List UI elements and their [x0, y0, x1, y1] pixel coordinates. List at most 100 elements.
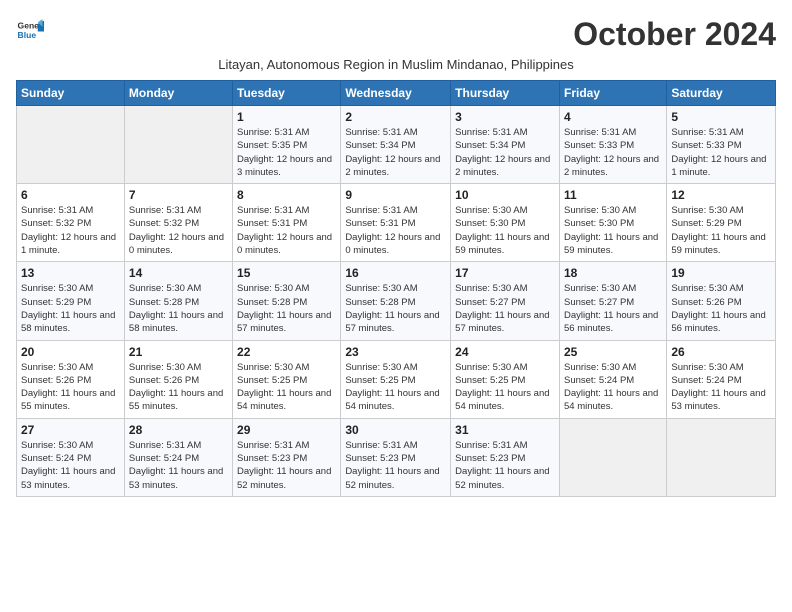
week-row-5: 27Sunrise: 5:30 AM Sunset: 5:24 PM Dayli… — [17, 418, 776, 496]
day-info: Sunrise: 5:30 AM Sunset: 5:24 PM Dayligh… — [564, 361, 662, 414]
day-number: 2 — [345, 110, 446, 124]
day-info: Sunrise: 5:30 AM Sunset: 5:25 PM Dayligh… — [345, 361, 446, 414]
day-number: 17 — [455, 266, 555, 280]
calendar-cell: 29 Sunrise: 5:31 AM Sunset: 5:23 PM Dayli… — [233, 418, 341, 496]
calendar-cell: 25 Sunrise: 5:30 AM Sunset: 5:24 PM Dayli… — [559, 340, 666, 418]
day-number: 28 — [129, 423, 228, 437]
day-info: Sunrise: 5:31 AM Sunset: 5:24 PM Dayligh… — [129, 439, 228, 492]
day-info: Sunrise: 5:30 AM Sunset: 5:25 PM Dayligh… — [237, 361, 336, 414]
header-row: SundayMondayTuesdayWednesdayThursdayFrid… — [17, 81, 776, 106]
day-info: Sunrise: 5:31 AM Sunset: 5:33 PM Dayligh… — [564, 126, 662, 179]
day-info: Sunrise: 5:30 AM Sunset: 5:29 PM Dayligh… — [21, 282, 120, 335]
day-info: Sunrise: 5:30 AM Sunset: 5:27 PM Dayligh… — [455, 282, 555, 335]
day-number: 15 — [237, 266, 336, 280]
day-info: Sunrise: 5:30 AM Sunset: 5:30 PM Dayligh… — [564, 204, 662, 257]
calendar-cell: 11 Sunrise: 5:30 AM Sunset: 5:30 PM Dayli… — [559, 184, 666, 262]
column-header-thursday: Thursday — [451, 81, 560, 106]
column-header-sunday: Sunday — [17, 81, 125, 106]
day-number: 9 — [345, 188, 446, 202]
calendar-cell: 21 Sunrise: 5:30 AM Sunset: 5:26 PM Dayli… — [124, 340, 232, 418]
month-title: October 2024 — [573, 16, 776, 53]
day-info: Sunrise: 5:30 AM Sunset: 5:28 PM Dayligh… — [345, 282, 446, 335]
day-number: 21 — [129, 345, 228, 359]
calendar-cell: 3Sunrise: 5:31 AM Sunset: 5:34 PM Daylig… — [451, 106, 560, 184]
calendar-cell: 10Sunrise: 5:30 AM Sunset: 5:30 PM Dayli… — [451, 184, 560, 262]
day-number: 13 — [21, 266, 120, 280]
day-number: 22 — [237, 345, 336, 359]
calendar-cell: 6 Sunrise: 5:31 AM Sunset: 5:32 PM Daylig… — [17, 184, 125, 262]
day-number: 24 — [455, 345, 555, 359]
day-number: 6 — [21, 188, 120, 202]
calendar-table: SundayMondayTuesdayWednesdayThursdayFrid… — [16, 80, 776, 497]
calendar-cell: 1 Sunrise: 5:31 AM Sunset: 5:35 PM Daylig… — [233, 106, 341, 184]
day-info: Sunrise: 5:30 AM Sunset: 5:26 PM Dayligh… — [129, 361, 228, 414]
day-info: Sunrise: 5:31 AM Sunset: 5:23 PM Dayligh… — [455, 439, 555, 492]
day-number: 25 — [564, 345, 662, 359]
calendar-cell: 5Sunrise: 5:31 AM Sunset: 5:33 PM Daylig… — [667, 106, 776, 184]
calendar-cell: 7Sunrise: 5:31 AM Sunset: 5:32 PM Daylig… — [124, 184, 232, 262]
day-info: Sunrise: 5:30 AM Sunset: 5:27 PM Dayligh… — [564, 282, 662, 335]
day-number: 12 — [671, 188, 771, 202]
day-number: 11 — [564, 188, 662, 202]
day-number: 20 — [21, 345, 120, 359]
calendar-cell: 28 Sunrise: 5:31 AM Sunset: 5:24 PM Dayli… — [124, 418, 232, 496]
day-number: 30 — [345, 423, 446, 437]
week-row-1: 1 Sunrise: 5:31 AM Sunset: 5:35 PM Daylig… — [17, 106, 776, 184]
logo: General Blue — [16, 16, 44, 44]
calendar-cell: 24 Sunrise: 5:30 AM Sunset: 5:25 PM Dayli… — [451, 340, 560, 418]
day-info: Sunrise: 5:30 AM Sunset: 5:28 PM Dayligh… — [237, 282, 336, 335]
column-header-wednesday: Wednesday — [341, 81, 451, 106]
day-info: Sunrise: 5:31 AM Sunset: 5:35 PM Dayligh… — [237, 126, 336, 179]
day-number: 7 — [129, 188, 228, 202]
day-number: 8 — [237, 188, 336, 202]
week-row-3: 13 Sunrise: 5:30 AM Sunset: 5:29 PM Dayli… — [17, 262, 776, 340]
calendar-cell: 19Sunrise: 5:30 AM Sunset: 5:26 PM Dayli… — [667, 262, 776, 340]
calendar-cell: 27Sunrise: 5:30 AM Sunset: 5:24 PM Dayli… — [17, 418, 125, 496]
day-number: 1 — [237, 110, 336, 124]
day-number: 19 — [671, 266, 771, 280]
calendar-cell: 20 Sunrise: 5:30 AM Sunset: 5:26 PM Dayli… — [17, 340, 125, 418]
column-header-monday: Monday — [124, 81, 232, 106]
calendar-cell — [559, 418, 666, 496]
calendar-cell: 12Sunrise: 5:30 AM Sunset: 5:29 PM Dayli… — [667, 184, 776, 262]
logo-icon: General Blue — [16, 16, 44, 44]
week-row-4: 20 Sunrise: 5:30 AM Sunset: 5:26 PM Dayli… — [17, 340, 776, 418]
day-info: Sunrise: 5:30 AM Sunset: 5:24 PM Dayligh… — [21, 439, 120, 492]
calendar-cell: 31 Sunrise: 5:31 AM Sunset: 5:23 PM Dayli… — [451, 418, 560, 496]
page-header: General Blue October 2024 — [16, 16, 776, 53]
day-info: Sunrise: 5:30 AM Sunset: 5:25 PM Dayligh… — [455, 361, 555, 414]
day-number: 26 — [671, 345, 771, 359]
day-info: Sunrise: 5:30 AM Sunset: 5:28 PM Dayligh… — [129, 282, 228, 335]
day-number: 31 — [455, 423, 555, 437]
day-info: Sunrise: 5:31 AM Sunset: 5:31 PM Dayligh… — [237, 204, 336, 257]
day-number: 16 — [345, 266, 446, 280]
day-number: 3 — [455, 110, 555, 124]
column-header-friday: Friday — [559, 81, 666, 106]
calendar-cell — [667, 418, 776, 496]
day-number: 29 — [237, 423, 336, 437]
day-info: Sunrise: 5:31 AM Sunset: 5:32 PM Dayligh… — [21, 204, 120, 257]
calendar-cell: 22 Sunrise: 5:30 AM Sunset: 5:25 PM Dayli… — [233, 340, 341, 418]
day-number: 4 — [564, 110, 662, 124]
day-info: Sunrise: 5:30 AM Sunset: 5:26 PM Dayligh… — [21, 361, 120, 414]
calendar-cell: 13 Sunrise: 5:30 AM Sunset: 5:29 PM Dayli… — [17, 262, 125, 340]
column-header-tuesday: Tuesday — [233, 81, 341, 106]
day-info: Sunrise: 5:31 AM Sunset: 5:33 PM Dayligh… — [671, 126, 771, 179]
calendar-cell: 26Sunrise: 5:30 AM Sunset: 5:24 PM Dayli… — [667, 340, 776, 418]
day-info: Sunrise: 5:31 AM Sunset: 5:23 PM Dayligh… — [237, 439, 336, 492]
week-row-2: 6 Sunrise: 5:31 AM Sunset: 5:32 PM Daylig… — [17, 184, 776, 262]
calendar-cell: 14Sunrise: 5:30 AM Sunset: 5:28 PM Dayli… — [124, 262, 232, 340]
calendar-cell: 30Sunrise: 5:31 AM Sunset: 5:23 PM Dayli… — [341, 418, 451, 496]
calendar-cell: 17 Sunrise: 5:30 AM Sunset: 5:27 PM Dayli… — [451, 262, 560, 340]
calendar-cell: 23Sunrise: 5:30 AM Sunset: 5:25 PM Dayli… — [341, 340, 451, 418]
day-info: Sunrise: 5:31 AM Sunset: 5:31 PM Dayligh… — [345, 204, 446, 257]
day-info: Sunrise: 5:31 AM Sunset: 5:34 PM Dayligh… — [345, 126, 446, 179]
calendar-cell: 9 Sunrise: 5:31 AM Sunset: 5:31 PM Daylig… — [341, 184, 451, 262]
day-number: 10 — [455, 188, 555, 202]
calendar-cell: 8 Sunrise: 5:31 AM Sunset: 5:31 PM Daylig… — [233, 184, 341, 262]
page-subtitle: Litayan, Autonomous Region in Muslim Min… — [16, 57, 776, 72]
svg-text:Blue: Blue — [18, 30, 37, 40]
column-header-saturday: Saturday — [667, 81, 776, 106]
calendar-cell — [17, 106, 125, 184]
calendar-cell: 15 Sunrise: 5:30 AM Sunset: 5:28 PM Dayli… — [233, 262, 341, 340]
